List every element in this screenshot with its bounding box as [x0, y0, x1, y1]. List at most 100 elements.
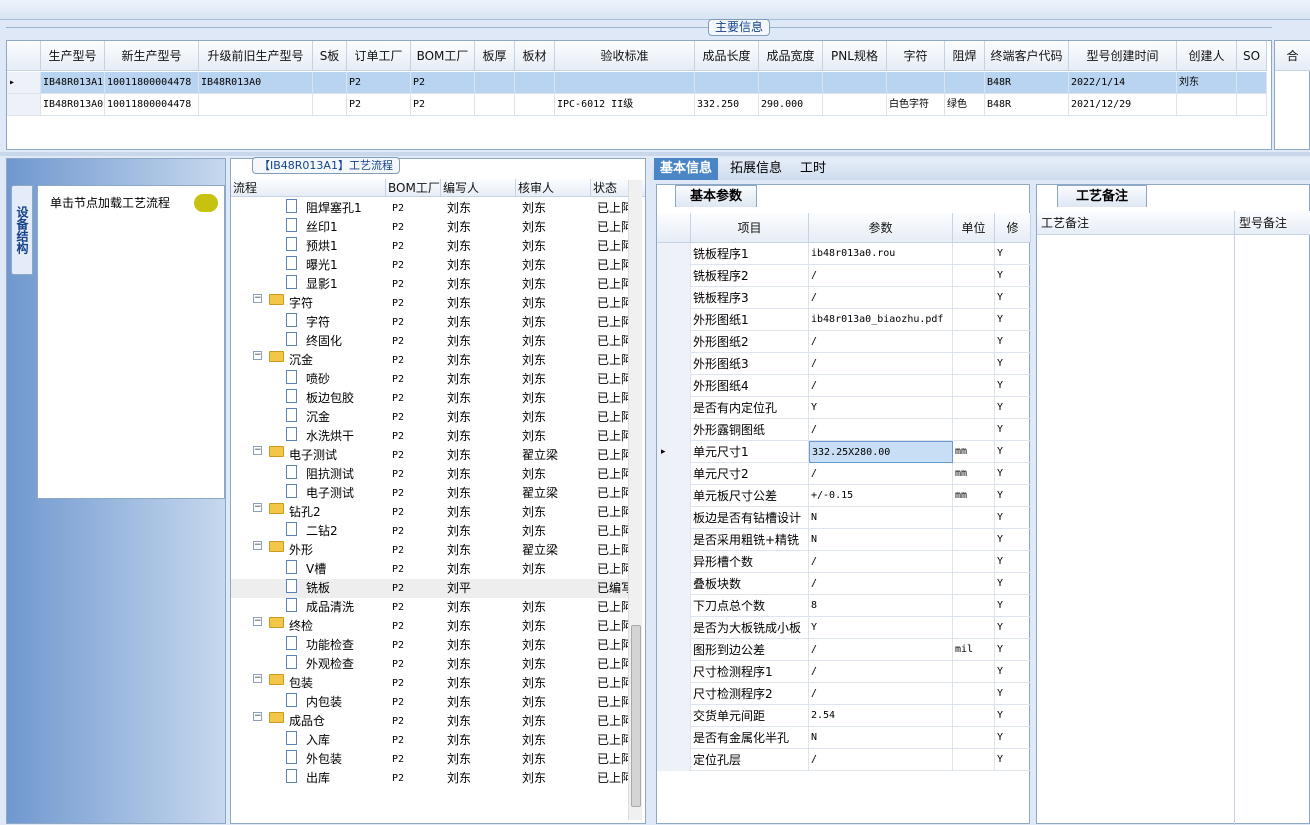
flow-row[interactable]: 内包装 P2 刘东 刘东 已上阿 — [231, 693, 641, 712]
param-value[interactable]: 8 — [809, 595, 953, 617]
row-indicator[interactable] — [657, 595, 691, 617]
flow-row[interactable]: 显影1 P2 刘东 刘东 已上阿 — [231, 275, 641, 294]
grid-header[interactable]: 升级前旧生产型号 — [199, 41, 313, 71]
comment-icon[interactable] — [194, 194, 218, 212]
grid-header[interactable]: 创建人 — [1177, 41, 1237, 71]
row-indicator[interactable] — [657, 529, 691, 551]
flow-row[interactable]: 阻抗测试 P2 刘东 刘东 已上阿 — [231, 465, 641, 484]
row-indicator[interactable] — [657, 331, 691, 353]
flow-row[interactable]: − 字符 P2 刘东 刘东 已上阿 — [231, 294, 641, 313]
remarks-title-tab[interactable]: 工艺备注 — [1057, 185, 1147, 207]
table-cell[interactable] — [695, 72, 759, 94]
flow-scrollbar[interactable] — [628, 180, 642, 820]
flow-row[interactable]: 成品清洗 P2 刘东 刘东 已上阿 — [231, 598, 641, 617]
grid-header[interactable]: 板材 — [515, 41, 555, 71]
param-value[interactable]: / — [809, 639, 953, 661]
param-row[interactable]: 单元板尺寸公差 +/-0.15 mm Y — [657, 485, 1031, 507]
row-indicator[interactable] — [657, 353, 691, 375]
table-cell[interactable]: P2 — [347, 94, 411, 116]
grid-header[interactable]: PNL规格 — [823, 41, 887, 71]
grid-header[interactable]: 成品长度 — [695, 41, 759, 71]
grid-header[interactable]: 字符 — [887, 41, 945, 71]
flow-row[interactable]: 电子测试 P2 刘东 翟立梁 已上阿 — [231, 484, 641, 503]
param-modify[interactable]: Y — [995, 705, 1031, 727]
param-row[interactable]: 外形图纸1 ib48r013a0_biaozhu.pdf Y — [657, 309, 1031, 331]
grid-header[interactable]: 验收标准 — [555, 41, 695, 71]
flow-row[interactable]: − 终检 P2 刘东 刘东 已上阿 — [231, 617, 641, 636]
param-row[interactable]: 尺寸检测程序2/ Y — [657, 683, 1031, 705]
side-tab-equipment[interactable]: 设备结构 — [11, 185, 33, 275]
params-header[interactable]: 参数 — [809, 213, 953, 243]
grid-header[interactable]: 订单工厂 — [347, 41, 411, 71]
table-cell[interactable]: IPC-6012 II级 — [555, 94, 695, 116]
table-cell[interactable] — [475, 72, 515, 94]
tab-extended-info[interactable]: 拓展信息 — [724, 158, 788, 180]
param-modify[interactable]: Y — [995, 551, 1031, 573]
row-indicator[interactable] — [657, 463, 691, 485]
table-cell[interactable] — [475, 94, 515, 116]
table-cell[interactable] — [515, 94, 555, 116]
param-modify[interactable]: Y — [995, 573, 1031, 595]
grid-header[interactable]: 终端客户代码 — [985, 41, 1069, 71]
param-value[interactable]: / — [809, 661, 953, 683]
param-value[interactable]: ib48r013a0.rou — [809, 243, 953, 265]
param-row[interactable]: 外形图纸3/ Y — [657, 353, 1031, 375]
table-cell[interactable]: IB48R013A1 — [41, 72, 105, 94]
param-value[interactable]: 332.25X280.00 — [809, 441, 953, 463]
row-indicator[interactable] — [657, 727, 691, 749]
flow-header[interactable]: BOM工厂 — [386, 179, 441, 197]
param-value[interactable]: +/-0.15 — [809, 485, 953, 507]
expand-toggle-icon[interactable]: − — [253, 294, 262, 303]
param-row[interactable]: 板边是否有钻槽设计 N Y — [657, 507, 1031, 529]
param-modify[interactable]: Y — [995, 595, 1031, 617]
table-cell[interactable]: 290.000 — [759, 94, 823, 116]
row-indicator[interactable] — [657, 617, 691, 639]
h-splitter[interactable] — [0, 152, 1310, 156]
table-cell[interactable]: 10011800004478 — [105, 72, 199, 94]
row-indicator[interactable] — [657, 639, 691, 661]
table-cell[interactable]: B48R — [985, 72, 1069, 94]
expand-toggle-icon[interactable]: − — [253, 541, 262, 550]
params-title-tab[interactable]: 基本参数 — [675, 185, 757, 207]
param-value[interactable]: / — [809, 551, 953, 573]
expand-toggle-icon[interactable]: − — [253, 674, 262, 683]
param-modify[interactable]: Y — [995, 353, 1031, 375]
grid-header[interactable]: 型号创建时间 — [1069, 41, 1177, 71]
param-value[interactable]: / — [809, 463, 953, 485]
flow-row[interactable]: − 包装 P2 刘东 刘东 已上阿 — [231, 674, 641, 693]
param-modify[interactable]: Y — [995, 749, 1031, 771]
grid-header[interactable]: 板厚 — [475, 41, 515, 71]
param-value[interactable]: / — [809, 331, 953, 353]
param-value[interactable]: Y — [809, 397, 953, 419]
param-modify[interactable]: Y — [995, 727, 1031, 749]
flow-row[interactable]: 喷砂 P2 刘东 刘东 已上阿 — [231, 370, 641, 389]
param-modify[interactable]: Y — [995, 287, 1031, 309]
param-modify[interactable]: Y — [995, 529, 1031, 551]
flow-row[interactable]: 出库 P2 刘东 刘东 已上阿 — [231, 769, 641, 788]
flow-row[interactable]: 外包装 P2 刘东 刘东 已上阿 — [231, 750, 641, 769]
table-cell[interactable]: 刘东 — [1177, 72, 1237, 94]
table-cell[interactable]: 白色字符 — [887, 94, 945, 116]
param-modify[interactable]: Y — [995, 375, 1031, 397]
param-row[interactable]: 外形露铜图纸 / Y — [657, 419, 1031, 441]
table-cell[interactable]: 2022/1/14 — [1069, 72, 1177, 94]
param-value[interactable]: N — [809, 507, 953, 529]
table-cell[interactable] — [1177, 94, 1237, 116]
flow-row[interactable]: 阻焊塞孔1 P2 刘东 刘东 已上阿 — [231, 199, 641, 218]
table-cell[interactable]: IB48R013A0 — [199, 72, 313, 94]
row-indicator[interactable] — [657, 749, 691, 771]
param-value[interactable]: N — [809, 727, 953, 749]
param-row[interactable]: 尺寸检测程序1/ Y — [657, 661, 1031, 683]
equipment-tree[interactable]: 单击节点加载工艺流程 — [37, 185, 225, 499]
param-modify[interactable]: Y — [995, 397, 1031, 419]
table-cell[interactable]: 10011800004478 — [105, 94, 199, 116]
row-indicator[interactable] — [657, 265, 691, 287]
param-value[interactable]: / — [809, 265, 953, 287]
param-modify[interactable]: Y — [995, 331, 1031, 353]
flow-row[interactable]: − 外形 P2 刘东 翟立梁 已上阿 — [231, 541, 641, 560]
table-cell[interactable]: 332.250 — [695, 94, 759, 116]
row-indicator[interactable] — [657, 661, 691, 683]
table-cell[interactable] — [945, 72, 985, 94]
flow-row[interactable]: 二钻2 P2 刘东 刘东 已上阿 — [231, 522, 641, 541]
table-cell[interactable] — [887, 72, 945, 94]
